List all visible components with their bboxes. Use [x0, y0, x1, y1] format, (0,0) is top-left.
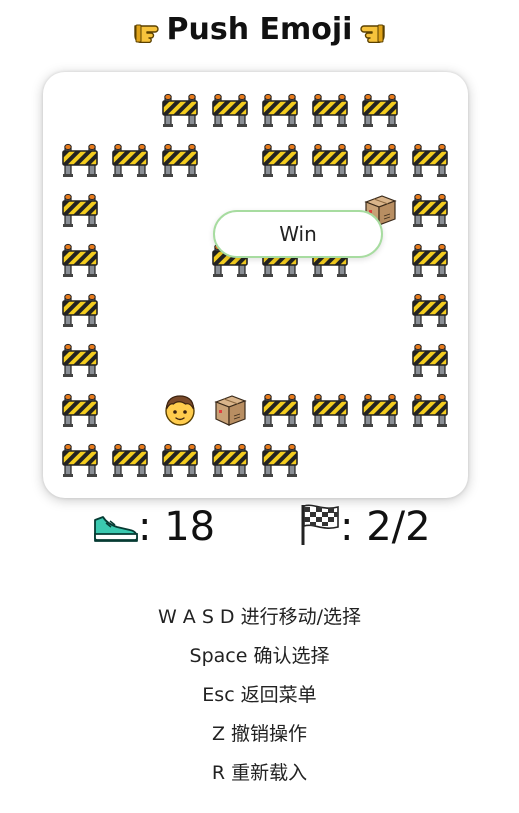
barrier-icon	[112, 142, 148, 178]
barrier-icon	[312, 92, 348, 128]
steps-value: : 18	[138, 504, 216, 550]
barrier-icon	[162, 142, 198, 178]
game-title: Push Emoji	[0, 10, 519, 50]
barrier-icon	[62, 242, 98, 278]
barrier-icon	[312, 142, 348, 178]
barrier-icon	[262, 392, 298, 428]
barrier-icon	[412, 142, 448, 178]
controls-help: W A S D 进行移动/选择 Space 确认选择 Esc 返回菜单 Z 撤销…	[0, 598, 519, 793]
pointing-right-hand-icon	[133, 14, 167, 44]
pointing-left-hand-icon	[352, 14, 386, 44]
sneaker-icon	[94, 516, 138, 542]
barrier-icon	[412, 192, 448, 228]
barrier-icon	[362, 142, 398, 178]
steps-counter: : 18	[92, 502, 215, 552]
barrier-icon	[62, 392, 98, 428]
barrier-icon	[162, 442, 198, 478]
barrier-icon	[412, 292, 448, 328]
barrier-icon	[162, 92, 198, 128]
help-line-menu: Esc 返回菜单	[202, 684, 317, 706]
barrier-icon	[112, 442, 148, 478]
barrier-icon	[62, 142, 98, 178]
barrier-icon	[312, 392, 348, 428]
barrier-icon	[412, 392, 448, 428]
barrier-icon	[62, 442, 98, 478]
goals-value: : 2/2	[340, 504, 431, 550]
barrier-icon	[62, 292, 98, 328]
barrier-icon	[262, 142, 298, 178]
barrier-icon	[412, 342, 448, 378]
title-text: Push Emoji	[166, 12, 353, 47]
help-line-undo: Z 撤销操作	[211, 723, 308, 745]
stats-bar: : 18 : 2/2	[0, 502, 519, 552]
barrier-icon	[262, 442, 298, 478]
help-line-confirm: Space 确认选择	[189, 645, 330, 667]
game-board: Win	[43, 72, 468, 498]
help-line-move: W A S D 进行移动/选择	[157, 606, 362, 628]
checkered-flag-icon	[301, 504, 339, 545]
barrier-icon	[62, 192, 98, 228]
barrier-icon	[62, 342, 98, 378]
barrier-icon	[212, 92, 248, 128]
help-line-reload: R 重新载入	[211, 762, 308, 784]
win-button[interactable]: Win	[213, 210, 383, 258]
barrier-icon	[412, 242, 448, 278]
barrier-icon	[362, 92, 398, 128]
box-icon	[212, 392, 248, 428]
game-page: Push Emoji Win : 18: 2/2 W A S D 进行移动/选…	[0, 0, 519, 813]
barrier-icon	[362, 392, 398, 428]
barrier-icon	[262, 92, 298, 128]
goals-counter: : 2/2	[298, 502, 431, 552]
player-icon	[162, 392, 198, 428]
barrier-icon	[212, 442, 248, 478]
